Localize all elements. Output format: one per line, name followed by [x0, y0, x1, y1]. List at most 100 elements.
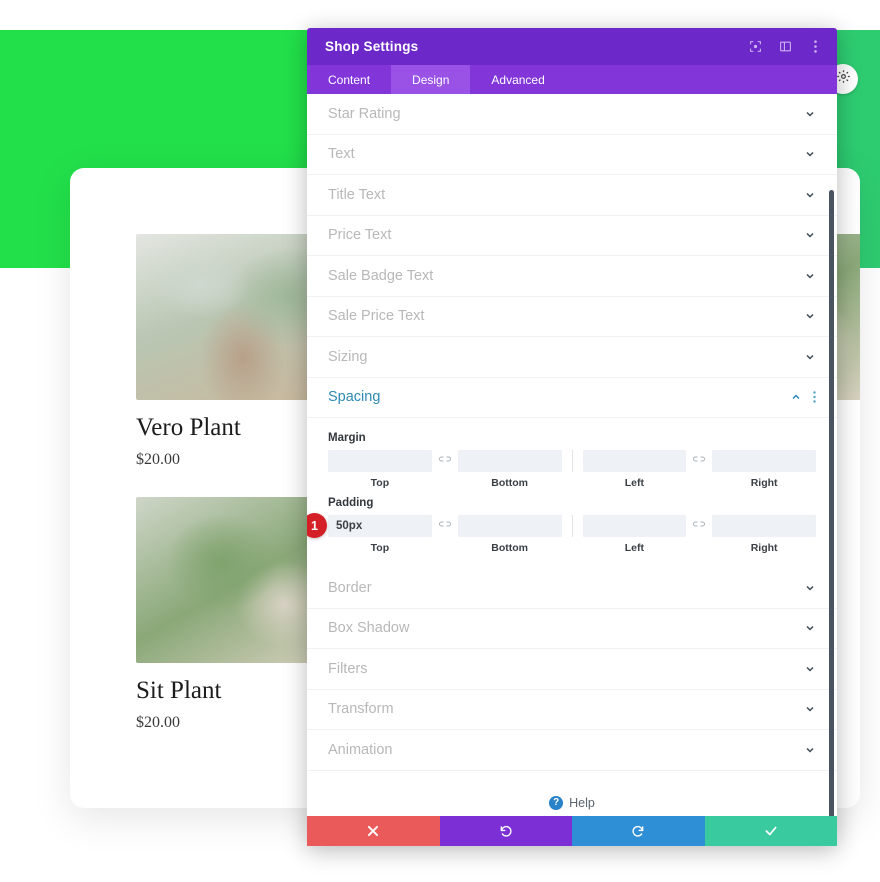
settings-scroll-area: Star Rating Text Title Text Price Text S… [307, 94, 837, 816]
section-label: Title Text [328, 186, 386, 203]
section-animation[interactable]: Animation [307, 730, 837, 771]
modal-header-actions [747, 39, 823, 55]
tab-content[interactable]: Content [307, 65, 391, 94]
chevron-down-icon [804, 229, 816, 241]
padding-left-caption: Left [624, 542, 644, 554]
section-options-icon[interactable] [813, 391, 816, 403]
section-label: Price Text [328, 227, 392, 244]
section-label: Filters [328, 660, 368, 677]
chevron-down-icon [804, 148, 816, 160]
padding-control-group: 1 Top Bottom [307, 513, 816, 554]
margin-left-field: Left [582, 450, 687, 489]
margin-top-caption: Top [370, 477, 390, 489]
section-label: Transform [328, 701, 394, 718]
margin-right-field: Right [712, 450, 816, 489]
padding-right-caption: Right [750, 542, 778, 554]
padding-top-caption: Top [370, 542, 390, 554]
modal-header: Shop Settings [307, 28, 837, 65]
section-label: Sale Price Text [328, 308, 425, 325]
link-padding-horizontal-icon[interactable] [686, 515, 712, 537]
spacing-divider [571, 450, 573, 472]
padding-bottom-input[interactable] [457, 515, 562, 537]
margin-bottom-caption: Bottom [491, 477, 528, 489]
padding-horizontal-group: Left Right [582, 515, 816, 554]
section-sale-badge-text[interactable]: Sale Badge Text [307, 256, 837, 297]
section-label: Box Shadow [328, 620, 410, 637]
section-star-rating[interactable]: Star Rating [307, 94, 837, 135]
more-options-icon[interactable] [807, 39, 823, 55]
checkmark-icon [764, 824, 778, 838]
margin-top-input[interactable] [328, 450, 432, 472]
redo-icon [631, 824, 645, 838]
section-label: Animation [328, 741, 393, 758]
chevron-down-icon [804, 351, 816, 363]
modal-scrollbar[interactable] [829, 190, 834, 816]
padding-left-input[interactable] [582, 515, 687, 537]
section-title-text[interactable]: Title Text [307, 175, 837, 216]
focus-target-icon[interactable] [747, 39, 763, 55]
section-label: Sale Badge Text [328, 267, 434, 284]
undo-button[interactable] [439, 816, 572, 846]
tab-design[interactable]: Design [391, 65, 471, 94]
margin-bottom-input[interactable] [457, 450, 562, 472]
undo-icon [499, 824, 513, 838]
margin-right-input[interactable] [712, 450, 816, 472]
cancel-button[interactable] [307, 816, 440, 846]
margin-left-input[interactable] [582, 450, 687, 472]
section-filters[interactable]: Filters [307, 649, 837, 690]
padding-top-input[interactable] [328, 515, 432, 537]
padding-left-field: Left [582, 515, 687, 554]
section-label: Spacing [328, 389, 381, 406]
chevron-down-icon [804, 622, 816, 634]
section-sizing[interactable]: Sizing [307, 337, 837, 378]
padding-label: Padding [328, 497, 374, 509]
link-margin-horizontal-icon[interactable] [686, 450, 712, 472]
section-spacing[interactable]: Spacing [307, 378, 837, 418]
padding-right-field: Right [712, 515, 816, 554]
margin-control-group: Top Bottom Left Right [328, 450, 816, 489]
section-text[interactable]: Text [307, 135, 837, 175]
section-label: Text [328, 146, 355, 163]
margin-right-caption: Right [750, 477, 778, 489]
chevron-down-icon [804, 582, 816, 594]
modal-tabs: Content Design Advanced [307, 65, 837, 94]
link-margin-vertical-icon[interactable] [432, 450, 458, 472]
margin-horizontal-group: Left Right [582, 450, 816, 489]
link-padding-vertical-icon[interactable] [432, 515, 458, 537]
section-sale-price-text[interactable]: Sale Price Text [307, 297, 837, 337]
padding-bottom-field: Bottom [457, 515, 562, 554]
save-button[interactable] [704, 816, 837, 846]
section-border[interactable]: Border [307, 568, 837, 609]
margin-top-field: Top [328, 450, 432, 489]
section-label: Sizing [328, 348, 368, 365]
chevron-down-icon [804, 189, 816, 201]
padding-bottom-caption: Bottom [491, 542, 528, 554]
modal-footer [307, 816, 837, 846]
margin-left-caption: Left [624, 477, 644, 489]
chevron-down-icon [804, 270, 816, 282]
gear-icon [836, 69, 851, 89]
padding-top-field: Top [328, 515, 432, 554]
margin-vertical-group: Top Bottom [328, 450, 562, 489]
chevron-down-icon [804, 744, 816, 756]
shop-settings-modal: Shop Settings Content Design Advanced St… [307, 28, 837, 846]
modal-title: Shop Settings [325, 39, 419, 54]
padding-right-input[interactable] [712, 515, 816, 537]
layout-panel-icon[interactable] [777, 39, 793, 55]
redo-button[interactable] [572, 816, 705, 846]
section-price-text[interactable]: Price Text [307, 216, 837, 256]
section-label: Border [328, 579, 372, 596]
chevron-down-icon [804, 310, 816, 322]
help-link[interactable]: ? Help [307, 771, 837, 817]
padding-vertical-group: Top Bottom [328, 515, 562, 554]
chevron-down-icon [804, 703, 816, 715]
spacing-panel: Margin Top Bottom Left Right Padding 1 5… [307, 418, 837, 568]
section-box-shadow[interactable]: Box Shadow [307, 609, 837, 649]
tab-advanced[interactable]: Advanced [470, 65, 565, 94]
chevron-down-icon [804, 663, 816, 675]
spacing-divider [571, 515, 573, 537]
section-transform[interactable]: Transform [307, 690, 837, 730]
margin-label: Margin [328, 432, 366, 444]
help-label: Help [569, 795, 595, 810]
margin-bottom-field: Bottom [457, 450, 562, 489]
